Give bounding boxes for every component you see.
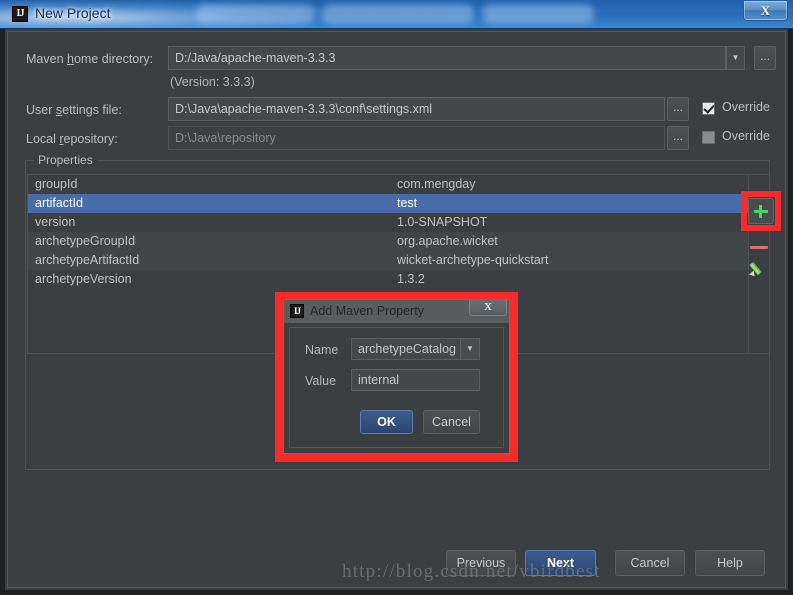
property-value: 1.0-SNAPSHOT	[397, 215, 488, 229]
property-value: 1.3.2	[397, 272, 425, 286]
user-settings-override-checkbox[interactable]	[702, 102, 715, 115]
table-row[interactable]: artifactId test	[28, 194, 748, 213]
local-repository-browse-button[interactable]: ...	[667, 126, 689, 150]
table-row[interactable]: version 1.0-SNAPSHOT	[28, 213, 748, 232]
close-icon[interactable]: X	[469, 300, 507, 316]
property-value: com.mengday	[397, 177, 476, 191]
property-key: artifactId	[35, 196, 83, 210]
maven-home-input[interactable]: D:/Java/apache-maven-3.3.3	[168, 46, 726, 70]
user-settings-browse-button[interactable]: ...	[667, 97, 689, 121]
dialog-cancel-button[interactable]: Cancel	[423, 410, 480, 434]
name-input[interactable]: archetypeCatalog	[351, 338, 461, 360]
pencil-icon[interactable]	[749, 260, 768, 279]
close-icon[interactable]: X	[743, 1, 788, 21]
value-input[interactable]: internal	[351, 369, 480, 391]
plus-icon[interactable]	[748, 198, 774, 224]
blurred-background-text: spring boot starter hello	[206, 6, 321, 18]
name-label: Name	[305, 343, 339, 357]
property-value: test	[397, 196, 418, 210]
local-repository-override-checkbox[interactable]	[702, 131, 715, 144]
property-value: wicket-archetype-quickstart	[397, 253, 549, 267]
new-project-window: spring boot starter hello spring boot st…	[0, 0, 793, 595]
properties-legend: Properties	[34, 153, 97, 167]
dialog-body: Name archetypeCatalog ▼ Value internal O…	[289, 327, 504, 448]
property-value: org.apache.wicket	[397, 234, 498, 248]
property-key: archetypeGroupId	[35, 234, 136, 248]
chevron-down-icon[interactable]: ▼	[726, 46, 745, 70]
cancel-button[interactable]: Cancel	[615, 550, 685, 576]
maven-version-note: (Version: 3.3.3)	[170, 75, 255, 89]
property-key: archetypeArtifactId	[35, 253, 140, 267]
maven-home-browse-button[interactable]: ...	[754, 46, 776, 70]
help-button[interactable]: Help	[695, 550, 765, 576]
dialog-title: Add Maven Property	[310, 304, 424, 318]
intellij-idea-icon: IJ	[12, 6, 28, 22]
add-maven-property-dialog: IJ Add Maven Property X Name archetypeCa…	[283, 299, 510, 454]
maven-home-label: Maven home directory:	[26, 52, 154, 66]
local-repository-input[interactable]: D:\Java\repository	[168, 126, 665, 150]
user-settings-label: User settings file:	[26, 103, 122, 117]
table-row[interactable]: archetypeArtifactId wicket-archetype-qui…	[28, 251, 748, 270]
local-repository-label: Local repository:	[26, 132, 118, 146]
window-titlebar: spring boot starter hello spring boot st…	[0, 0, 793, 29]
intellij-idea-icon: IJ	[290, 304, 304, 318]
user-settings-input[interactable]: D:\Java\apache-maven-3.3.3\conf\settings…	[168, 97, 665, 121]
property-key: groupId	[35, 177, 78, 191]
table-row[interactable]: groupId com.mengday	[28, 175, 748, 194]
user-settings-override-label: Override	[722, 100, 770, 114]
value-label: Value	[305, 374, 337, 388]
watermark: http://blog.csdn.net/vbirdbest	[342, 561, 601, 582]
table-row[interactable]: archetypeGroupId org.apache.wicket	[28, 232, 748, 251]
dialog-titlebar: IJ Add Maven Property X	[284, 300, 509, 323]
ok-button[interactable]: OK	[360, 410, 413, 434]
property-key: version	[35, 215, 76, 229]
blurred-background-text: spring boot starter hello	[332, 6, 447, 18]
window-title: New Project	[35, 5, 111, 21]
table-row[interactable]: archetypeVersion 1.3.2	[28, 270, 748, 289]
blurred-background-tab	[482, 4, 594, 24]
property-key: archetypeVersion	[35, 272, 132, 286]
minus-icon[interactable]	[750, 241, 768, 255]
chevron-down-icon[interactable]: ▼	[460, 338, 480, 360]
local-repository-override-label: Override	[722, 129, 770, 143]
